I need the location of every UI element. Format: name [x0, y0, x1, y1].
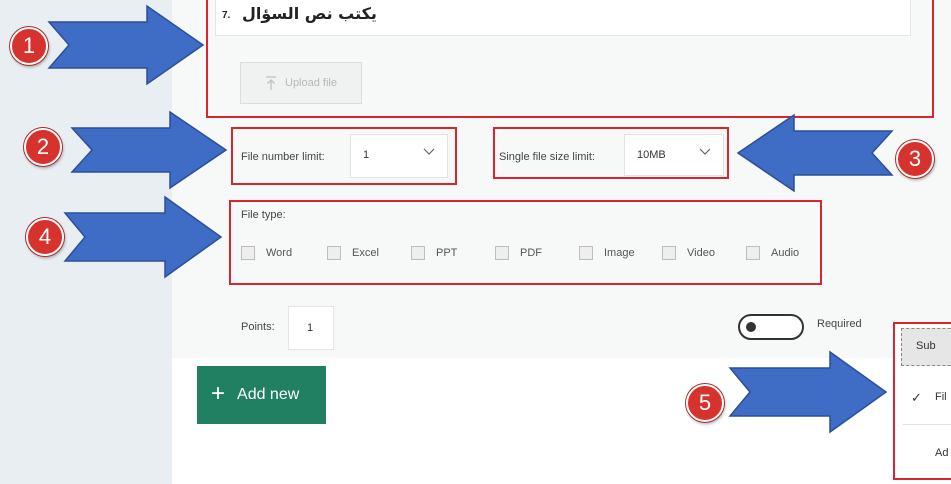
checkbox[interactable]: [662, 246, 676, 260]
callout-arrow-2: [70, 110, 228, 190]
file-type-label: File type:: [241, 209, 286, 221]
file-number-limit-select[interactable]: 1: [350, 134, 448, 178]
file-type-word[interactable]: Word: [241, 246, 292, 260]
file-type-ppt[interactable]: PPT: [411, 246, 457, 260]
callout-arrow-5: [728, 350, 888, 434]
file-type-pdf[interactable]: PDF: [495, 246, 542, 260]
file-type-word-label: Word: [266, 247, 293, 259]
file-type-video-label: Video: [687, 247, 715, 259]
callout-badge-3: 3: [896, 140, 934, 178]
checkbox[interactable]: [411, 246, 425, 260]
callout-badge-4: 4: [26, 218, 64, 256]
required-toggle[interactable]: [738, 314, 804, 340]
menu-item-add[interactable]: Ad: [895, 436, 951, 474]
menu-item-label: Ad: [935, 447, 949, 459]
callout-arrow-3: [736, 113, 894, 193]
file-number-limit-label: File number limit:: [241, 151, 325, 163]
menu-item-file-upload[interactable]: ✓ Fil: [895, 380, 951, 418]
checkbox[interactable]: [746, 246, 760, 260]
callout-arrow-1: [47, 4, 205, 86]
add-new-button[interactable]: + Add new: [197, 366, 326, 424]
chevron-down-icon: [423, 148, 435, 155]
file-type-ppt-label: PPT: [436, 247, 458, 259]
single-file-size-limit-label: Single file size limit:: [499, 151, 595, 163]
highlight-box-file-type: [229, 200, 822, 285]
single-file-size-limit-value: 10MB: [637, 149, 666, 161]
plus-icon: +: [211, 380, 226, 407]
add-new-label: Add new: [237, 386, 300, 403]
question-type-menu: Sub ✓ Fil Ad: [893, 322, 951, 480]
points-label: Points:: [241, 321, 275, 333]
file-type-video[interactable]: Video: [662, 246, 715, 260]
points-value: 1: [307, 322, 314, 334]
menu-divider: [903, 424, 951, 425]
chevron-down-icon: [699, 148, 711, 155]
checkbox[interactable]: [579, 246, 593, 260]
checkbox[interactable]: [327, 246, 341, 260]
file-type-pdf-label: PDF: [520, 247, 542, 259]
file-type-image-label: Image: [604, 247, 635, 259]
toggle-knob: [746, 322, 756, 332]
points-input[interactable]: 1: [288, 306, 334, 350]
callout-badge-1: 1: [10, 27, 48, 65]
file-type-image[interactable]: Image: [579, 246, 635, 260]
file-type-audio[interactable]: Audio: [746, 246, 799, 260]
menu-item-label: Fil: [935, 391, 947, 403]
checkbox[interactable]: [241, 246, 255, 260]
highlight-box-question: [206, 0, 934, 118]
single-file-size-limit-select[interactable]: 10MB: [624, 134, 724, 176]
file-type-excel-label: Excel: [352, 247, 379, 259]
callout-badge-5: 5: [686, 384, 724, 422]
menu-item-label: Sub: [916, 340, 936, 352]
file-number-limit-value: 1: [363, 149, 370, 161]
callout-badge-2: 2: [24, 128, 62, 166]
checkmark-icon: ✓: [911, 390, 922, 405]
checkbox[interactable]: [495, 246, 509, 260]
file-type-audio-label: Audio: [771, 247, 800, 259]
required-label: Required: [817, 318, 862, 330]
menu-item-subtitle[interactable]: Sub: [901, 328, 951, 366]
callout-arrow-4: [63, 195, 223, 279]
file-type-excel[interactable]: Excel: [327, 246, 379, 260]
